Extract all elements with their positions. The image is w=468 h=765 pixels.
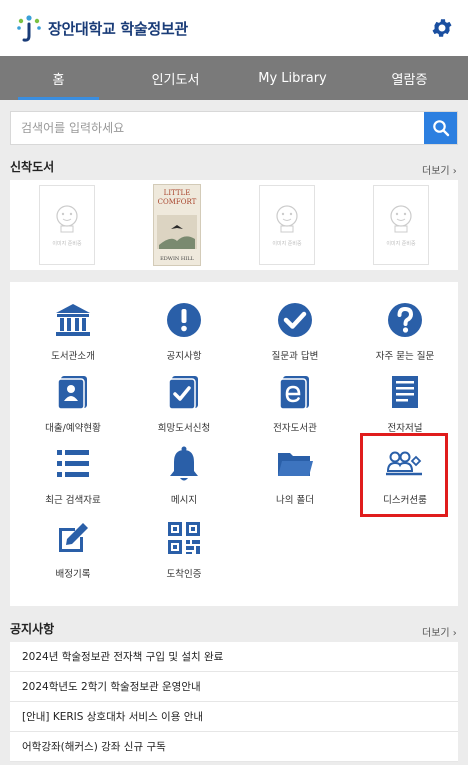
highlight-box (360, 433, 448, 517)
book-placeholder[interactable]: 이미지 준비중 (39, 185, 95, 265)
menu-label: 배정기록 (55, 569, 91, 580)
question-icon (388, 303, 422, 337)
notice-list: 2024년 학술정보관 전자책 구입 및 설치 완료 2024학년도 2학기 학… (10, 642, 458, 762)
app-title: 장안대학교 학술정보관 (48, 19, 188, 38)
library-building-icon (56, 304, 90, 336)
qr-code-icon (168, 522, 200, 554)
menu-label: 자주 묻는 질문 (375, 351, 435, 362)
tab-popular-books[interactable]: 인기도서 (117, 56, 234, 100)
menu-label: 최근 검색자료 (45, 495, 101, 506)
notices-title: 공지사항 (10, 622, 55, 636)
placeholder-label: 이미지 준비중 (272, 240, 302, 247)
menu-label: 메시지 (170, 495, 198, 506)
folder-icon (278, 453, 313, 476)
app-header: 장안대학교 학술정보관 (0, 0, 468, 56)
menu-faq[interactable]: 자주 묻는 질문 (355, 300, 455, 362)
menu-notices[interactable]: 공지사항 (134, 300, 234, 362)
menu-label: 대출/예약현황 (45, 423, 101, 434)
tab-my-library[interactable]: My Library (234, 56, 351, 100)
tab-home[interactable]: 홈 (0, 56, 117, 100)
menu-label: 도착인증 (166, 569, 202, 580)
exclamation-icon (167, 303, 201, 337)
book-title-line2: COMFORT (157, 198, 197, 206)
book-placeholder-icon (56, 204, 78, 232)
menu-messages[interactable]: 메시지 (134, 444, 234, 506)
menu-assignment-log[interactable]: 배정기록 (23, 518, 123, 580)
new-books-more-link[interactable]: 더보기 › (422, 162, 457, 177)
menu-library-intro[interactable]: 도서관소개 (23, 300, 123, 362)
main-tab-bar: 홈 인기도서 My Library 열람증 (0, 56, 468, 100)
menu-my-folder[interactable]: 나의 폴더 (245, 444, 345, 506)
list-icon (57, 450, 89, 477)
logo-icon (17, 15, 41, 42)
notice-item[interactable]: [안내] KERIS 상호대차 서비스 이용 안내 (10, 702, 458, 732)
placeholder-label: 이미지 준비중 (386, 240, 416, 247)
edit-icon (59, 523, 88, 552)
menu-label: 도서관소개 (51, 351, 95, 362)
menu-label: 나의 폴더 (276, 495, 314, 506)
book-author: EDWIN HILL (160, 256, 194, 262)
menu-qna[interactable]: 질문과 답변 (245, 300, 345, 362)
ebook-icon (279, 376, 309, 410)
checkbox-card-icon (168, 376, 198, 410)
menu-arrival-check[interactable]: 도착인증 (134, 518, 234, 580)
book-cover-title: LITTLE COMFORT (158, 189, 197, 207)
more-link-label: 더보기 (422, 628, 450, 639)
menu-e-journal[interactable]: 전자저널 (355, 372, 455, 434)
notice-item[interactable]: 2024년 학술정보관 전자책 구입 및 설치 완료 (10, 642, 458, 672)
tab-library-card[interactable]: 열람증 (351, 56, 468, 100)
book-cover-little-comfort[interactable]: LITTLE COMFORT EDWIN HILL (153, 184, 201, 266)
search-icon (432, 120, 449, 137)
bell-icon (170, 446, 198, 481)
placeholder-label: 이미지 준비중 (52, 240, 82, 247)
menu-loan-status[interactable]: 대출/예약현황 (23, 372, 123, 434)
search-bar (10, 111, 458, 145)
book-placeholder-icon (276, 204, 298, 232)
menu-label: 질문과 답변 (271, 351, 319, 362)
search-button[interactable] (424, 112, 457, 144)
menu-label: 전자저널 (387, 423, 423, 434)
more-link-label: 더보기 (422, 166, 450, 177)
quick-menu-grid: 도서관소개 공지사항 질문과 답변 자주 묻는 질문 대출/예약현황 희망도서신… (10, 282, 458, 606)
book-cover-image (157, 214, 197, 249)
book-title-line1: LITTLE (163, 189, 191, 197)
search-input[interactable] (11, 112, 424, 144)
person-card-icon (57, 376, 87, 410)
menu-label: 공지사항 (166, 351, 202, 362)
book-placeholder-icon (390, 204, 412, 232)
notice-item[interactable]: 어학강좌(해커스) 강좌 신규 구독 (10, 732, 458, 762)
book-placeholder[interactable]: 이미지 준비중 (259, 185, 315, 265)
book-placeholder[interactable]: 이미지 준비중 (373, 185, 429, 265)
new-books-title: 신착도서 (10, 160, 55, 174)
menu-label: 전자도서관 (273, 423, 317, 434)
settings-gear-icon[interactable] (430, 16, 454, 40)
journal-icon (392, 376, 418, 408)
menu-recent-searches[interactable]: 최근 검색자료 (23, 444, 123, 506)
menu-book-request[interactable]: 희망도서신청 (134, 372, 234, 434)
notice-item[interactable]: 2024학년도 2학기 학술정보관 운영안내 (10, 672, 458, 702)
library-logo[interactable]: 장안대학교 학술정보관 (16, 14, 188, 42)
notices-more-link[interactable]: 더보기 › (422, 624, 457, 639)
menu-label: 희망도서신청 (157, 423, 211, 434)
menu-e-library[interactable]: 전자도서관 (245, 372, 345, 434)
check-circle-icon (278, 303, 312, 337)
new-books-carousel: 이미지 준비중 LITTLE COMFORT EDWIN HILL 이미지 준비… (10, 180, 458, 270)
